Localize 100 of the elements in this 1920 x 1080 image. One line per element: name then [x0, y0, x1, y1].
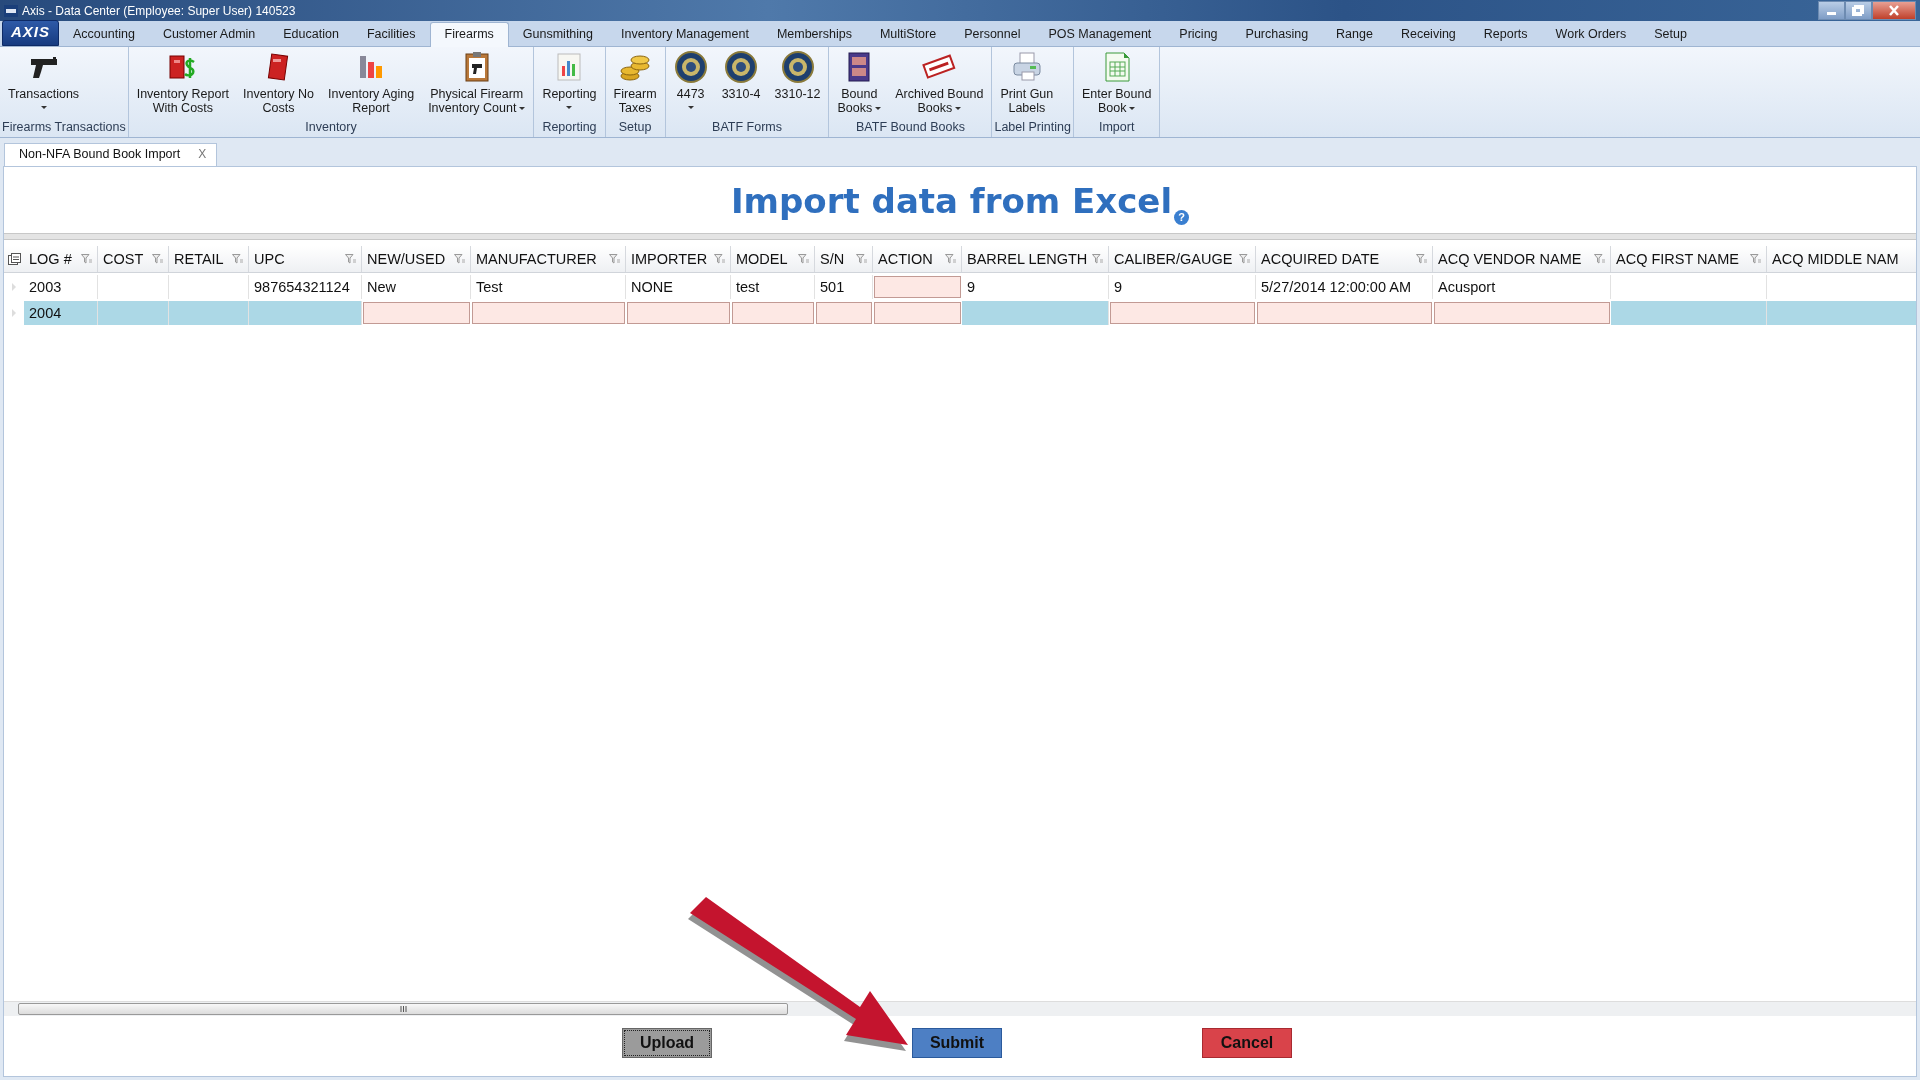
column-header[interactable]: BARREL LENGTH	[962, 246, 1109, 272]
column-header[interactable]: IMPORTER	[626, 246, 731, 272]
table-cell[interactable]: 2004	[24, 301, 98, 325]
menu-tab[interactable]: Range	[1322, 23, 1387, 46]
filter-icon[interactable]	[81, 254, 92, 264]
table-cell[interactable]: Acusport	[1433, 275, 1611, 299]
menu-tab[interactable]: MultiStore	[865, 23, 951, 46]
menu-tab[interactable]: Firearms	[429, 22, 509, 47]
column-header[interactable]: RETAIL	[169, 246, 249, 272]
filter-icon[interactable]	[856, 254, 867, 264]
filter-icon[interactable]	[1594, 254, 1605, 264]
table-cell[interactable]: 9	[1109, 275, 1256, 299]
column-header[interactable]: ACQUIRED DATE	[1256, 246, 1433, 272]
document-tab[interactable]: Non-NFA Bound Book Import X	[4, 143, 218, 166]
filter-icon[interactable]	[454, 254, 465, 264]
filter-icon[interactable]	[232, 254, 243, 264]
menu-tab[interactable]: Education	[269, 23, 353, 46]
tab-close-button[interactable]: X	[198, 147, 207, 161]
invalid-cell[interactable]	[627, 302, 730, 324]
filter-icon[interactable]	[1416, 254, 1427, 264]
action-button[interactable]: Cancel	[1202, 1028, 1292, 1058]
action-button[interactable]: Submit	[912, 1028, 1002, 1058]
column-header[interactable]: MODEL	[731, 246, 815, 272]
menu-tab[interactable]: Facilities	[352, 23, 430, 46]
minimize-icon[interactable]	[1818, 1, 1845, 20]
invalid-cell[interactable]	[732, 302, 814, 324]
menu-tab[interactable]: Accounting	[59, 23, 149, 46]
help-icon[interactable]: ?	[1174, 210, 1190, 225]
filter-icon[interactable]	[345, 254, 356, 264]
ribbon-button[interactable]: Firearm Taxes	[607, 50, 663, 118]
menu-tab[interactable]: Customer Admin	[148, 23, 270, 46]
column-header[interactable]: COST	[98, 246, 169, 272]
ribbon-button[interactable]: Reporting	[536, 50, 603, 118]
filter-icon[interactable]	[1092, 254, 1103, 264]
ribbon-button[interactable]: Inventory Report With Costs	[130, 50, 236, 118]
menu-tab[interactable]: Receiving	[1386, 23, 1470, 46]
invalid-cell[interactable]	[874, 302, 961, 324]
filter-icon[interactable]	[798, 254, 809, 264]
menu-tab[interactable]: Memberships	[762, 23, 866, 46]
table-cell[interactable]: NONE	[626, 275, 731, 299]
column-header[interactable]: ACTION	[873, 246, 962, 272]
ribbon-button[interactable]: 3310-4	[715, 50, 767, 118]
table-cell[interactable]	[1611, 301, 1767, 325]
column-header[interactable]: S/N	[815, 246, 873, 272]
restore-icon[interactable]	[1845, 1, 1872, 20]
table-cell[interactable]: 501	[815, 275, 873, 299]
menu-tab[interactable]: Inventory Management	[607, 23, 763, 46]
table-cell[interactable]	[1767, 301, 1916, 325]
ribbon-button[interactable]: Transactions	[2, 50, 86, 118]
ribbon-button[interactable]: 3310-12	[768, 50, 827, 118]
close-icon[interactable]	[1872, 1, 1916, 20]
table-cell[interactable]: 2003	[24, 275, 98, 299]
filter-icon[interactable]	[609, 254, 620, 264]
menu-tab[interactable]: Personnel	[950, 23, 1035, 46]
column-header[interactable]: LOG #	[24, 246, 98, 272]
table-cell[interactable]	[249, 301, 362, 325]
table-cell[interactable]	[962, 301, 1109, 325]
app-menu-button[interactable]: AXIS	[2, 20, 59, 46]
table-cell[interactable]: 987654321124	[249, 275, 362, 299]
ribbon-button[interactable]: Archived Bound Books	[889, 50, 990, 118]
menu-tab[interactable]: Setup	[1640, 23, 1701, 46]
ribbon-button[interactable]: Inventory No Costs	[237, 50, 320, 118]
menu-tab[interactable]: Pricing	[1165, 23, 1232, 46]
ribbon-button[interactable]: Print Gun Labels	[994, 50, 1060, 118]
invalid-cell[interactable]	[1110, 302, 1255, 324]
filter-icon[interactable]	[714, 254, 725, 264]
scrollbar-thumb[interactable]	[18, 1003, 788, 1015]
invalid-cell[interactable]	[874, 276, 961, 298]
column-header[interactable]: NEW/USED	[362, 246, 471, 272]
menu-tab[interactable]: Reports	[1469, 23, 1542, 46]
menu-tab[interactable]: Gunsmithing	[508, 23, 607, 46]
column-header[interactable]: UPC	[249, 246, 362, 272]
table-cell[interactable]: test	[731, 275, 815, 299]
invalid-cell[interactable]	[816, 302, 872, 324]
ribbon-button[interactable]: Physical Firearm Inventory Count	[422, 50, 532, 118]
ribbon-button[interactable]: Enter Bound Book	[1075, 50, 1158, 118]
menu-tab[interactable]: POS Management	[1034, 23, 1166, 46]
horizontal-scrollbar[interactable]	[4, 1001, 1916, 1016]
ribbon-button[interactable]: Bound Books	[831, 50, 888, 118]
table-cell[interactable]: 9	[962, 275, 1109, 299]
column-header[interactable]: CALIBER/GAUGE	[1109, 246, 1256, 272]
filter-icon[interactable]	[1750, 254, 1761, 264]
table-cell[interactable]	[98, 301, 169, 325]
table-cell[interactable]: New	[362, 275, 471, 299]
action-button[interactable]: Upload	[622, 1028, 712, 1058]
table-cell[interactable]: 5/27/2014 12:00:00 AM	[1256, 275, 1433, 299]
invalid-cell[interactable]	[1434, 302, 1610, 324]
column-chooser-icon[interactable]	[7, 253, 21, 265]
filter-icon[interactable]	[1239, 254, 1250, 264]
column-header[interactable]: ACQ MIDDLE NAM	[1767, 246, 1916, 272]
table-cell[interactable]: Test	[471, 275, 626, 299]
column-header[interactable]: ACQ FIRST NAME	[1611, 246, 1767, 272]
invalid-cell[interactable]	[1257, 302, 1432, 324]
invalid-cell[interactable]	[472, 302, 625, 324]
column-header[interactable]: ACQ VENDOR NAME	[1433, 246, 1611, 272]
menu-tab[interactable]: Work Orders	[1541, 23, 1641, 46]
table-cell[interactable]	[169, 301, 249, 325]
invalid-cell[interactable]	[363, 302, 470, 324]
ribbon-button[interactable]: Inventory Aging Report	[321, 50, 421, 118]
filter-icon[interactable]	[152, 254, 163, 264]
